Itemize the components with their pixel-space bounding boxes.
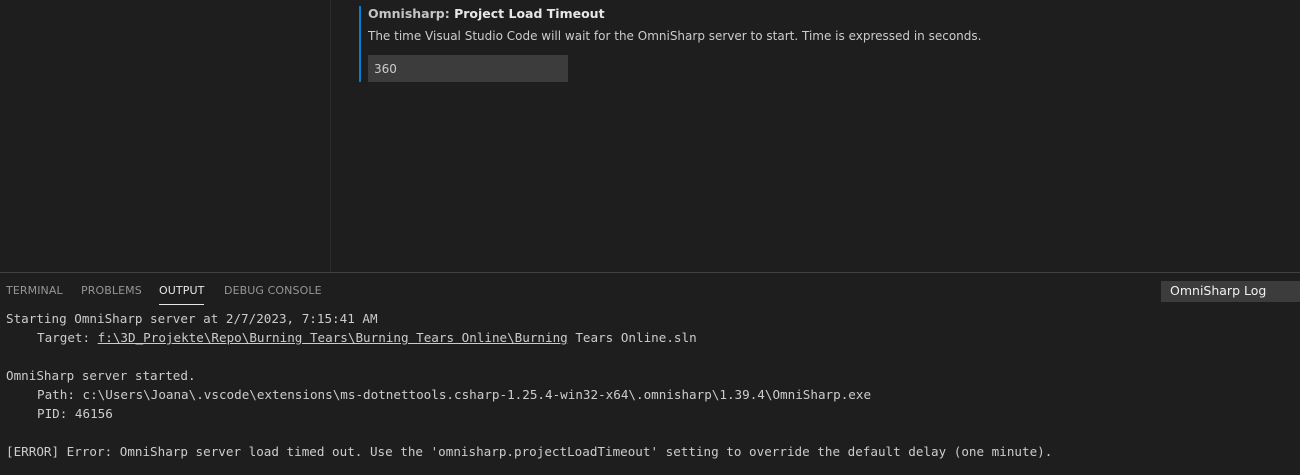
tab-output[interactable]: OUTPUT (159, 284, 205, 305)
vscode-window: Omnisharp: Project Load Timeout The time… (0, 0, 1300, 475)
setting-item-project-load-timeout: Omnisharp: Project Load Timeout The time… (359, 0, 1259, 82)
log-line-target: Target: f:\3D_Projekte\Repo\Burning Tear… (6, 328, 1296, 347)
output-channel-dropdown[interactable]: OmniSharp Log (1161, 281, 1300, 302)
tab-debug-console[interactable]: DEBUG CONSOLE (224, 284, 322, 297)
setting-title: Omnisharp: Project Load Timeout (368, 6, 605, 21)
log-line: Path: c:\Users\Joana\.vscode\extensions\… (37, 387, 872, 402)
project-load-timeout-input[interactable] (368, 55, 568, 82)
settings-editor: Omnisharp: Project Load Timeout The time… (0, 0, 1300, 272)
tab-problems[interactable]: PROBLEMS (81, 284, 142, 297)
bottom-panel: TERMINAL PROBLEMS OUTPUT DEBUG CONSOLE O… (0, 272, 1300, 475)
log-line: OmniSharp server started. (6, 368, 196, 383)
target-path-rest: Tears Online.sln (567, 330, 697, 345)
log-line-error: [ERROR] Error: OmniSharp server load tim… (6, 444, 1053, 459)
log-line: PID: 46156 (37, 406, 113, 421)
output-log: Starting OmniSharp server at 2/7/2023, 7… (6, 309, 1296, 461)
settings-table-of-contents (0, 0, 331, 272)
panel-tab-bar: TERMINAL PROBLEMS OUTPUT DEBUG CONSOLE (0, 273, 700, 307)
log-blank-line (6, 347, 1296, 366)
target-path-link[interactable]: f:\3D_Projekte\Repo\Burning Tears\Burnin… (98, 330, 568, 345)
log-blank-line (6, 423, 1296, 442)
setting-category: Omnisharp: (368, 6, 455, 21)
tab-terminal[interactable]: TERMINAL (6, 284, 63, 297)
setting-description: The time Visual Studio Code will wait fo… (368, 29, 982, 43)
log-line: Starting OmniSharp server at 2/7/2023, 7… (6, 311, 378, 326)
setting-focus-indicator (359, 6, 361, 82)
setting-name: Project Load Timeout (454, 6, 605, 21)
target-label: Target: (37, 330, 98, 345)
